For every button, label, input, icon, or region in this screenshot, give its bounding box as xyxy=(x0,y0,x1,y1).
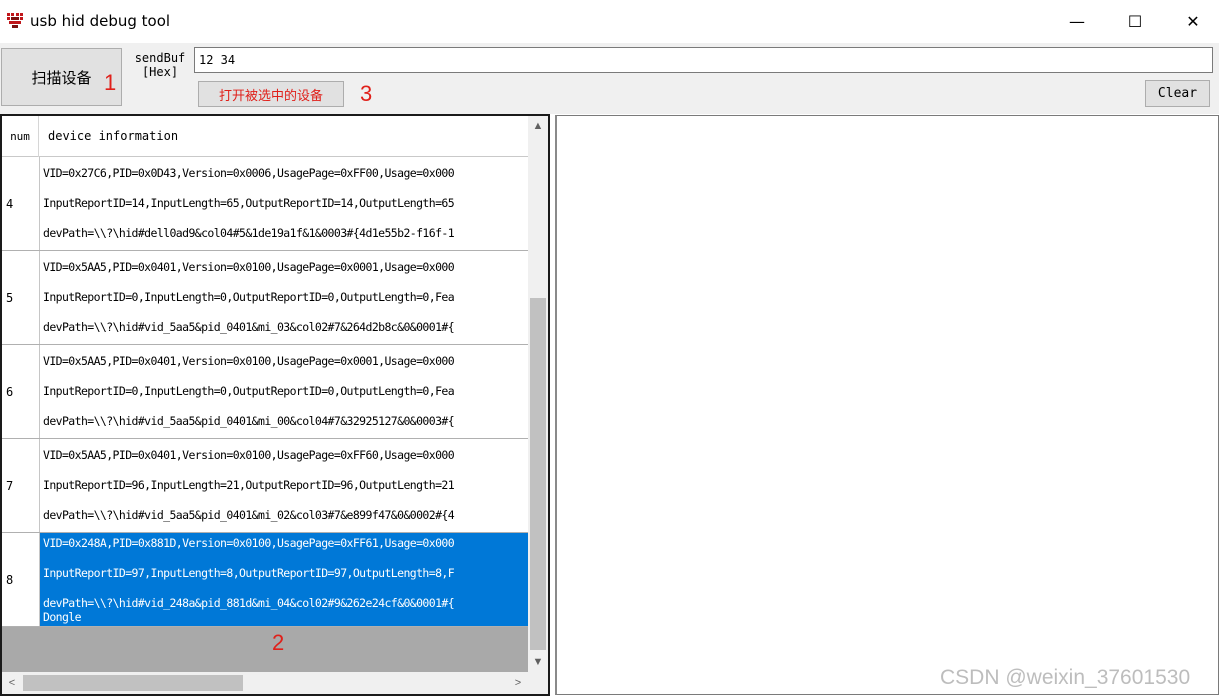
scrollbar-corner xyxy=(528,672,548,694)
device-info-line: Dongle xyxy=(43,610,82,624)
scroll-down-icon[interactable]: ▼ xyxy=(528,652,548,672)
title-bar: usb hid debug tool — ☐ ✕ xyxy=(0,0,1219,43)
clear-button[interactable]: Clear xyxy=(1145,80,1210,107)
device-info-line: InputReportID=0,InputLength=0,OutputRepo… xyxy=(43,384,455,398)
sendbuf-label-line1: sendBuf xyxy=(134,51,186,65)
device-info-line: VID=0x5AA5,PID=0x0401,Version=0x0100,Usa… xyxy=(43,260,455,274)
column-header-num[interactable]: num xyxy=(2,116,39,157)
scroll-right-icon[interactable]: > xyxy=(508,672,528,694)
device-info-line: VID=0x5AA5,PID=0x0401,Version=0x0100,Usa… xyxy=(43,354,455,368)
device-info-line: devPath=\\?\hid#dell0ad9&col04#5&1de19a1… xyxy=(43,226,455,240)
row-device-info: VID=0x5AA5,PID=0x0401,Version=0x0100,Usa… xyxy=(40,251,528,344)
device-info-line: devPath=\\?\hid#vid_248a&pid_881d&mi_04&… xyxy=(43,596,455,610)
window-title: usb hid debug tool xyxy=(30,12,171,30)
column-header-device-information[interactable]: device information xyxy=(48,129,178,143)
device-info-line: InputReportID=14,InputLength=65,OutputRe… xyxy=(43,196,455,210)
annotation-marker-3: 3 xyxy=(360,81,373,106)
table-row[interactable]: 5 VID=0x5AA5,PID=0x0401,Version=0x0100,U… xyxy=(2,251,528,345)
device-list-panel: num device information 4 VID=0x27C6,PID=… xyxy=(0,114,550,696)
table-row[interactable]: 6 VID=0x5AA5,PID=0x0401,Version=0x0100,U… xyxy=(2,345,528,439)
scroll-up-icon[interactable]: ▲ xyxy=(528,116,548,136)
row-num: 6 xyxy=(2,345,40,438)
maximize-button[interactable]: ☐ xyxy=(1106,0,1164,43)
vertical-scrollbar[interactable]: ▲ ▼ xyxy=(528,116,548,672)
device-info-line: InputReportID=0,InputLength=0,OutputRepo… xyxy=(43,290,455,304)
open-selected-device-button[interactable]: 打开被选中的设备 xyxy=(198,81,344,107)
device-info-line: VID=0x27C6,PID=0x0D43,Version=0x0006,Usa… xyxy=(43,166,455,180)
table-row-selected[interactable]: 8 VID=0x248A,PID=0x881D,Version=0x0100,U… xyxy=(2,533,528,627)
device-list[interactable]: num device information 4 VID=0x27C6,PID=… xyxy=(2,116,528,672)
scroll-left-icon[interactable]: < xyxy=(2,672,22,694)
app-icon xyxy=(6,12,24,28)
horizontal-scrollbar[interactable]: < > xyxy=(2,672,528,694)
annotation-marker-1: 1 xyxy=(104,70,117,95)
row-num: 8 xyxy=(2,533,40,626)
horizontal-scroll-thumb[interactable] xyxy=(23,675,243,691)
row-device-info: VID=0x5AA5,PID=0x0401,Version=0x0100,Usa… xyxy=(40,439,528,532)
minimize-button[interactable]: — xyxy=(1048,0,1106,43)
device-info-line: devPath=\\?\hid#vid_5aa5&pid_0401&mi_03&… xyxy=(43,320,455,334)
row-num: 7 xyxy=(2,439,40,532)
row-num: 5 xyxy=(2,251,40,344)
output-textbox[interactable] xyxy=(555,115,1219,695)
annotation-marker-2: 2 xyxy=(272,630,285,655)
vertical-scroll-thumb[interactable] xyxy=(530,298,546,650)
watermark: CSDN @weixin_37601530 xyxy=(940,666,1191,689)
row-device-info: VID=0x5AA5,PID=0x0401,Version=0x0100,Usa… xyxy=(40,345,528,438)
row-device-info: VID=0x27C6,PID=0x0D43,Version=0x0006,Usa… xyxy=(40,157,528,250)
toolbar: 扫描设备 1 sendBuf [Hex] 12 34 打开被选中的设备 3 Cl… xyxy=(0,43,1219,114)
table-row[interactable]: 7 VID=0x5AA5,PID=0x0401,Version=0x0100,U… xyxy=(2,439,528,533)
close-button[interactable]: ✕ xyxy=(1164,0,1219,43)
sendbuf-label: sendBuf [Hex] xyxy=(132,51,188,79)
device-list-header: num device information xyxy=(2,116,528,157)
device-info-line: InputReportID=96,InputLength=21,OutputRe… xyxy=(43,478,455,492)
device-info-line: VID=0x5AA5,PID=0x0401,Version=0x0100,Usa… xyxy=(43,448,455,462)
sendbuf-label-line2: [Hex] xyxy=(141,65,179,79)
row-device-info: VID=0x248A,PID=0x881D,Version=0x0100,Usa… xyxy=(40,533,528,626)
device-info-line: VID=0x248A,PID=0x881D,Version=0x0100,Usa… xyxy=(43,536,455,550)
device-info-line: InputReportID=97,InputLength=8,OutputRep… xyxy=(43,566,455,580)
table-row[interactable]: 4 VID=0x27C6,PID=0x0D43,Version=0x0006,U… xyxy=(2,157,528,251)
device-info-line: devPath=\\?\hid#vid_5aa5&pid_0401&mi_00&… xyxy=(43,414,455,428)
device-info-line: devPath=\\?\hid#vid_5aa5&pid_0401&mi_02&… xyxy=(43,508,455,522)
sendbuf-input[interactable]: 12 34 xyxy=(194,47,1213,73)
row-num: 4 xyxy=(2,157,40,250)
